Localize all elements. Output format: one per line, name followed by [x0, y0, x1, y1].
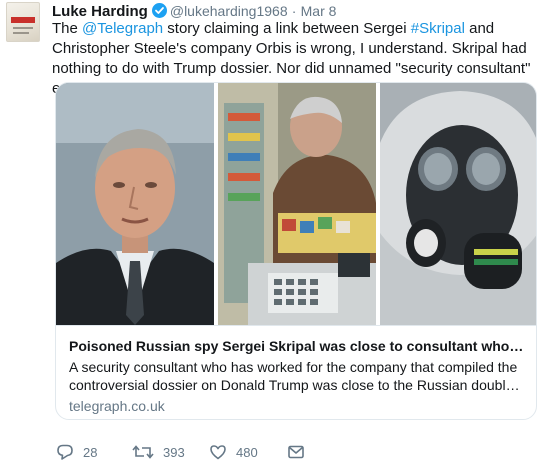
retweet-icon [132, 443, 154, 461]
reply-button[interactable]: 28 [56, 440, 97, 464]
card-image-portrait [56, 83, 214, 325]
tweet-actions: 28 393 480 [52, 440, 532, 464]
avatar-line [13, 32, 29, 34]
tweet-header: Luke Harding @lukeharding1968 · Mar 8 [52, 2, 336, 20]
card-title[interactable]: Poisoned Russian spy Sergei Skripal was … [69, 337, 525, 355]
avatar-line [13, 27, 33, 29]
link-preview-card[interactable]: Poisoned Russian spy Sergei Skripal was … [55, 82, 537, 420]
card-domain[interactable]: telegraph.co.uk [69, 397, 165, 415]
like-count: 480 [236, 444, 258, 460]
tweet-date[interactable]: Mar 8 [301, 3, 337, 19]
tweet-text-part: The [52, 20, 83, 37]
like-button[interactable]: 480 [209, 440, 258, 464]
retweet-button[interactable]: 393 [132, 440, 185, 464]
card-image-gas-mask [380, 83, 536, 325]
reply-icon [56, 443, 74, 461]
direct-message-button[interactable] [287, 440, 305, 464]
card-description: A security consultant who has worked for… [69, 358, 525, 394]
tweet-text-part: story claiming a link between Sergei [163, 20, 411, 37]
card-description-line: controversial dossier on Donald Trump wa… [69, 377, 525, 393]
card-image-strip[interactable] [56, 83, 536, 325]
direct-message-icon [287, 443, 305, 461]
card-image-cctv-shop [218, 83, 376, 325]
retweet-count: 393 [163, 444, 185, 460]
reply-count: 28 [83, 444, 98, 460]
author-avatar[interactable] [6, 2, 40, 42]
author-name[interactable]: Luke Harding [52, 3, 148, 20]
card-text-area[interactable]: Poisoned Russian spy Sergei Skripal was … [56, 325, 536, 419]
card-description-line: A security consultant who has worked for… [69, 359, 518, 375]
author-handle[interactable]: @lukeharding1968 [170, 3, 288, 19]
hashtag-link[interactable]: #Skripal [411, 20, 465, 37]
header-separator: · [291, 3, 297, 19]
like-icon [209, 443, 227, 461]
mention-link[interactable]: @Telegraph [82, 20, 163, 37]
verified-badge-icon [151, 3, 167, 18]
avatar-red-band [11, 17, 35, 23]
